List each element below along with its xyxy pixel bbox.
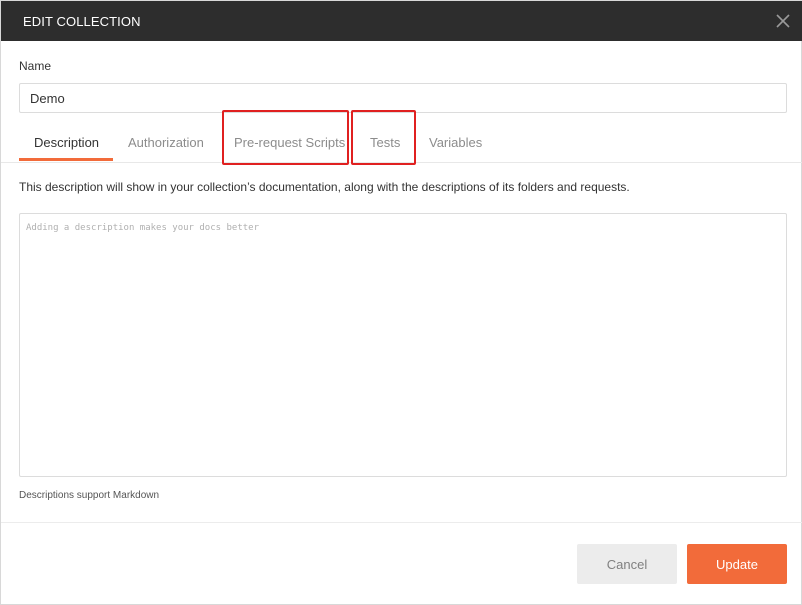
cancel-button[interactable]: Cancel — [577, 544, 677, 584]
edit-collection-dialog: EDIT COLLECTION Name Description Authori… — [0, 0, 802, 605]
tab-variables[interactable]: Variables — [429, 135, 482, 150]
update-button[interactable]: Update — [687, 544, 787, 584]
description-textarea[interactable] — [19, 213, 787, 477]
collection-tabs: Description Authorization Pre-request Sc… — [1, 125, 802, 163]
description-help-text: This description will show in your colle… — [19, 180, 630, 194]
active-tab-indicator — [19, 158, 113, 161]
close-icon[interactable] — [773, 11, 793, 31]
tab-authorization[interactable]: Authorization — [128, 135, 204, 150]
markdown-support-note: Descriptions support Markdown — [19, 490, 160, 501]
name-input[interactable] — [19, 83, 787, 113]
tab-description[interactable]: Description — [34, 135, 99, 150]
name-label: Name — [19, 59, 52, 73]
dialog-title: EDIT COLLECTION — [23, 14, 141, 29]
tab-tests[interactable]: Tests — [370, 135, 400, 150]
tab-pre-request-scripts[interactable]: Pre-request Scripts — [234, 135, 345, 150]
footer-divider — [1, 522, 802, 523]
dialog-titlebar: EDIT COLLECTION — [1, 1, 802, 41]
